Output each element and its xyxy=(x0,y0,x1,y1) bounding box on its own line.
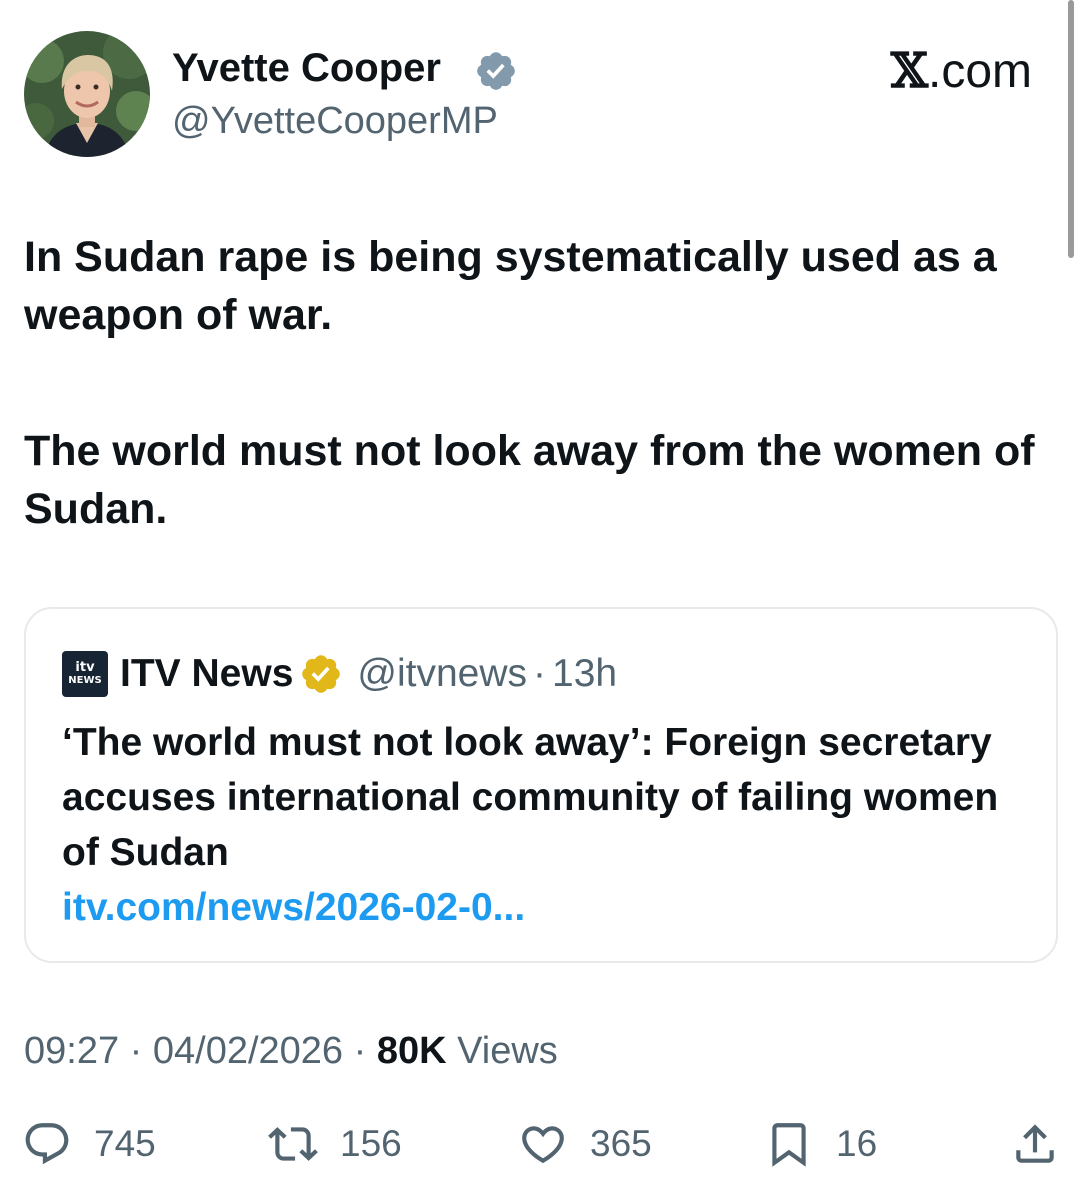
tweet-paragraph: In Sudan rape is being systematically us… xyxy=(24,233,997,339)
like-button[interactable]: 365 xyxy=(518,1112,652,1176)
site-domain: .com xyxy=(927,45,1032,98)
quoted-timestamp[interactable]: 13h xyxy=(552,652,617,696)
quoted-tweet-body: ‘The world must not look away’: Foreign … xyxy=(62,715,1032,935)
itv-logo-line2: NEWS xyxy=(68,675,102,686)
bookmark-button[interactable]: 16 xyxy=(764,1112,877,1176)
reply-button[interactable]: 745 xyxy=(22,1112,156,1176)
repost-button[interactable]: 156 xyxy=(268,1112,402,1176)
itv-logo-line1: itv xyxy=(75,660,95,675)
scrollbar[interactable] xyxy=(1068,0,1074,258)
tweet-text: In Sudan rape is being systematically us… xyxy=(24,228,1044,616)
like-icon xyxy=(522,1126,564,1164)
bookmark-count: 16 xyxy=(836,1123,878,1164)
quoted-headline: ‘The world must not look away’: Foreign … xyxy=(62,721,999,874)
tweet-meta: 09:27 · 04/02/2026 · 80K Views xyxy=(24,1024,558,1078)
quoted-tweet-card[interactable]: itv NEWS ITV News @itvnews · 13h ‘The wo… xyxy=(24,607,1058,963)
author-handle[interactable]: @YvetteCooperMP xyxy=(172,98,498,144)
verified-badge-icon xyxy=(477,52,515,90)
avatar[interactable] xyxy=(24,31,150,157)
bookmark-icon xyxy=(772,1123,806,1167)
tweet-time[interactable]: 09:27 xyxy=(24,1030,119,1072)
site-label: 𝕏.com xyxy=(891,44,1032,99)
tweet-paragraph: The world must not look away from the wo… xyxy=(24,427,1035,533)
meta-separator: · xyxy=(353,1030,367,1072)
views-count: 80K xyxy=(376,1030,447,1072)
like-count: 365 xyxy=(590,1123,652,1164)
reply-count: 745 xyxy=(94,1123,156,1164)
share-button[interactable] xyxy=(1010,1112,1060,1176)
views-label: Views xyxy=(457,1030,558,1072)
meta-separator: · xyxy=(129,1030,143,1072)
quoted-author-handle[interactable]: @itvnews xyxy=(357,652,527,696)
action-bar: 745 156 365 16 xyxy=(0,1112,1082,1176)
share-icon xyxy=(1016,1124,1054,1163)
author-name[interactable]: Yvette Cooper xyxy=(172,44,441,92)
tweet-date[interactable]: 04/02/2026 xyxy=(153,1030,343,1072)
repost-icon xyxy=(268,1127,318,1161)
avatar-photo xyxy=(24,31,150,157)
repost-count: 156 xyxy=(340,1123,402,1164)
gold-verified-badge-icon xyxy=(302,655,341,693)
x-logo-icon: 𝕏 xyxy=(890,43,928,99)
reply-icon xyxy=(25,1123,69,1165)
quoted-tweet-header: itv NEWS ITV News @itvnews · 13h xyxy=(62,649,617,699)
quoted-author-name[interactable]: ITV News xyxy=(120,652,293,696)
quoted-link[interactable]: itv.com/news/2026-02-0... xyxy=(62,880,1032,935)
itv-news-logo-icon: itv NEWS xyxy=(62,651,108,697)
quoted-separator: · xyxy=(533,652,547,695)
